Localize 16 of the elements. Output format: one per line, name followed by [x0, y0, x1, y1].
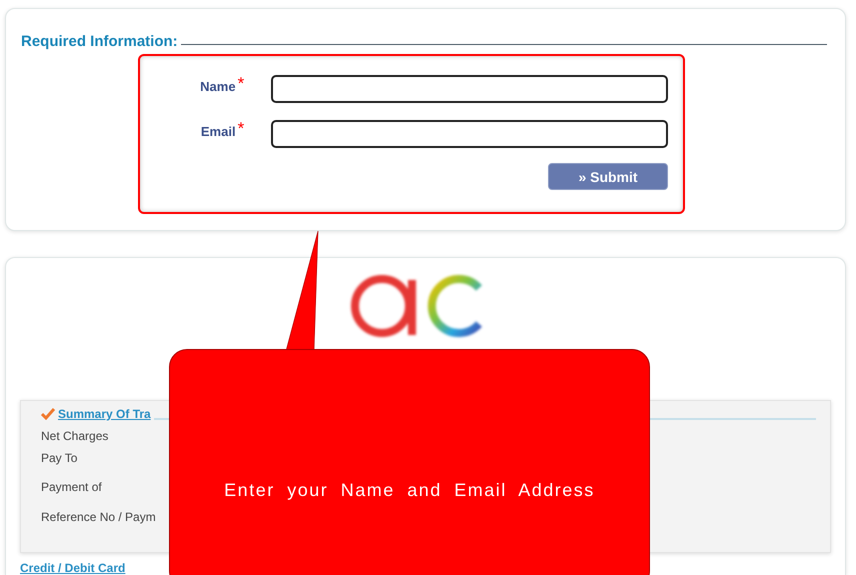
summary-title: Summary Of Tra [58, 407, 151, 421]
required-mark: * [238, 74, 244, 94]
summary-label: Payment of [41, 480, 102, 494]
input-field[interactable] [270, 75, 668, 103]
required-mark: * [238, 119, 244, 139]
section-legend: Required Information: [21, 33, 178, 50]
field-label: Email [200, 124, 236, 139]
summary-label: Reference No / Paym [41, 510, 156, 524]
callout-text: Enter your Name and Email Address [224, 480, 595, 502]
field-label: Name [200, 79, 236, 94]
summary-label: Pay To [41, 451, 78, 465]
input-field[interactable] [270, 120, 668, 148]
summary-label: Net Charges [41, 429, 108, 443]
section-heading: Credit / Debit Card [20, 561, 126, 575]
submit-button[interactable]: » Submit [548, 163, 668, 190]
check-icon [41, 408, 55, 420]
